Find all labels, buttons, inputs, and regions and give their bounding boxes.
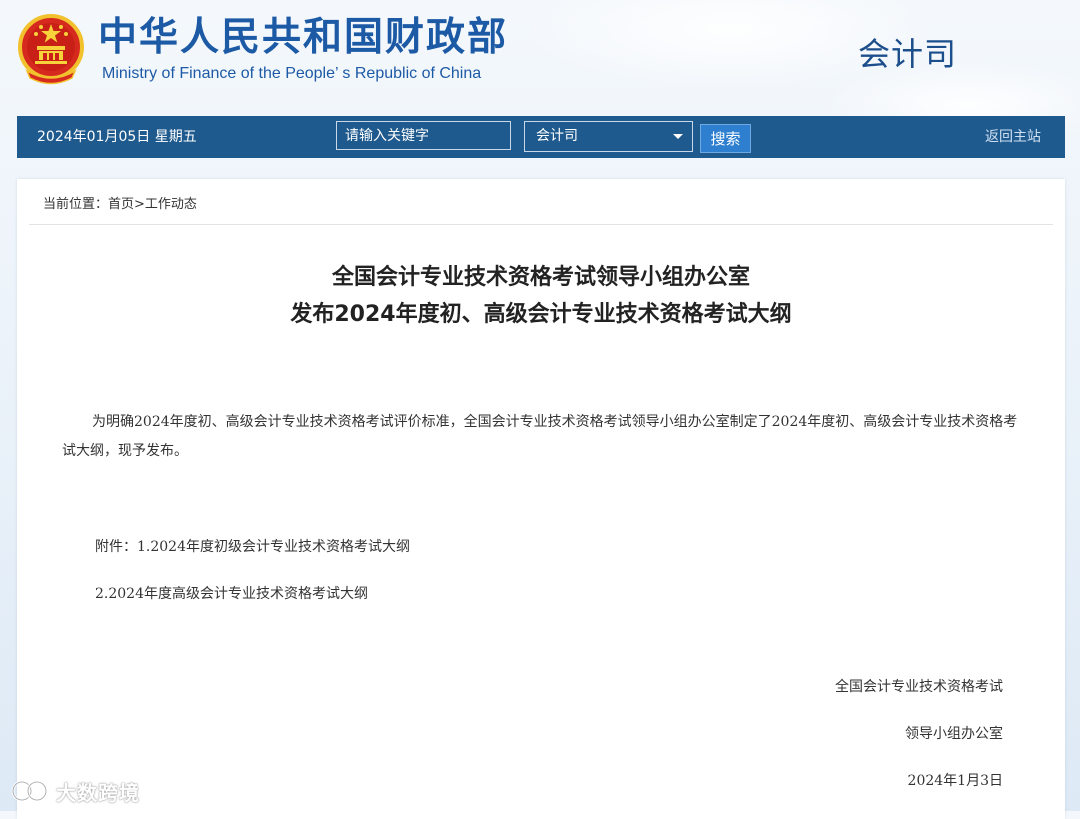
search-scope-value: 会计司 — [536, 128, 578, 144]
content-panel: 当前位置：首页>工作动态 全国会计专业技术资格考试领导小组办公室 发布2024年… — [17, 179, 1065, 819]
publish-date: 2024年1月3日 — [907, 773, 1003, 789]
search-button[interactable]: 搜索 — [700, 124, 751, 153]
national-emblem-icon[interactable] — [17, 13, 85, 85]
nav-bar: 2024年01月05日 星期五 会计司 搜索 返回主站 — [17, 116, 1065, 158]
brand-logo-icon — [11, 780, 48, 802]
signature-org: 全国会计专业技术资格考试 — [835, 679, 1003, 695]
article-title-line: 全国会计专业技术资格考试领导小组办公室 — [331, 265, 750, 290]
site-header: 中华人民共和国财政部 Ministry of Finance of the Pe… — [0, 0, 1080, 112]
current-date: 2024年01月05日 星期五 — [37, 129, 197, 145]
breadcrumb[interactable]: 当前位置：首页>工作动态 — [43, 195, 197, 215]
divider — [29, 224, 1053, 225]
article-title-line: 发布2024年度初、高级会计专业技术资格考试大纲 — [290, 302, 792, 327]
site-title: 中华人民共和国财政部 — [98, 15, 509, 60]
article-body: 为明确2024年度初、高级会计专业技术资格考试评价标准，全国会计专业技术资格考试… — [62, 414, 1018, 459]
attachment-link[interactable]: 附件：1.2024年度初级会计专业技术资格考试大纲 — [95, 537, 410, 557]
article-title: 全国会计专业技术资格考试领导小组办公室 发布2024年度初、高级会计专业技术资格… — [17, 259, 1065, 333]
signature-office: 领导小组办公室 — [905, 726, 1003, 742]
attachment-link[interactable]: 2.2024年度高级会计专业技术资格考试大纲 — [95, 584, 368, 604]
department-name: 会计司 — [858, 35, 958, 73]
search-scope-select[interactable]: 会计司 — [524, 121, 693, 152]
return-home-link[interactable]: 返回主站 — [985, 127, 1041, 147]
watermark-text: 大数跨境 — [56, 780, 140, 805]
site-title-english: Ministry of Finance of the People’ s Rep… — [102, 65, 482, 82]
watermark: 大数跨境 — [10, 776, 140, 806]
search-input[interactable] — [336, 121, 511, 150]
chevron-down-icon — [673, 134, 683, 139]
